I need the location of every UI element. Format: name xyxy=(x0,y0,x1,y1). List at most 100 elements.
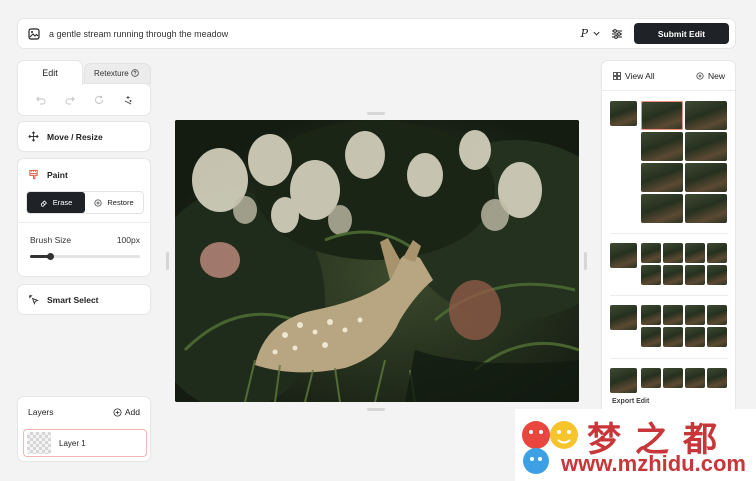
canvas-resize-handle-left[interactable] xyxy=(166,252,169,270)
move-resize-label: Move / Resize xyxy=(47,131,103,142)
tab-edit[interactable]: Edit xyxy=(17,60,83,85)
view-all-button[interactable]: View All xyxy=(613,71,655,81)
history-variation-thumbnail[interactable] xyxy=(641,327,661,347)
new-button[interactable]: New xyxy=(696,71,725,81)
image-icon xyxy=(28,27,40,40)
history-source-thumbnail[interactable] xyxy=(610,368,637,393)
history-variation-thumbnail[interactable] xyxy=(685,194,727,223)
history-variations-grid xyxy=(641,305,727,347)
brush-size-value: 100px xyxy=(116,235,140,245)
history-variation-thumbnail[interactable] xyxy=(641,243,661,263)
prompt-bar: a gentle stream running through the mead… xyxy=(17,18,736,49)
history-variation-thumbnail[interactable] xyxy=(685,132,727,161)
divider xyxy=(610,233,728,234)
history-variation-thumbnail[interactable] xyxy=(685,305,705,325)
export-edit-button[interactable]: Export Edit xyxy=(612,398,649,405)
tool-tabs: Edit Retexture xyxy=(17,60,151,85)
history-variation-thumbnail[interactable] xyxy=(641,194,683,223)
submit-edit-button[interactable]: Submit Edit xyxy=(634,23,729,44)
divider xyxy=(18,222,150,223)
watermark: 梦之都 www.mzhidu.com xyxy=(515,409,756,481)
new-label: New xyxy=(707,70,725,81)
history-variation-thumbnail[interactable] xyxy=(685,163,727,192)
watermark-url: www.mzhidu.com xyxy=(561,451,746,476)
canvas-resize-handle-bottom[interactable] xyxy=(367,408,385,411)
history-source-thumbnail[interactable] xyxy=(610,243,637,268)
history-variation-thumbnail[interactable] xyxy=(685,101,727,130)
paint-label: Paint xyxy=(47,169,68,180)
add-layer-button[interactable]: Add xyxy=(113,407,140,417)
history-variation-thumbnail[interactable] xyxy=(641,368,661,388)
layers-panel: Layers Add Layer 1 xyxy=(17,396,151,462)
history-variation-thumbnail[interactable] xyxy=(641,132,683,161)
paint-tool-panel: Paint Erase Restore Brush Size 100px xyxy=(17,158,151,277)
history-variation-thumbnail[interactable] xyxy=(641,163,683,192)
layers-title: Layers xyxy=(28,407,54,417)
help-icon xyxy=(130,69,139,77)
history-variation-thumbnail[interactable] xyxy=(663,243,683,263)
move-resize-tool[interactable]: Move / Resize xyxy=(17,121,151,152)
history-variation-thumbnail[interactable] xyxy=(641,101,683,130)
move-arrows-icon xyxy=(28,131,39,142)
history-variations-grid xyxy=(641,368,727,388)
erase-button[interactable]: Erase xyxy=(27,192,85,213)
chevron-down-icon[interactable] xyxy=(592,29,601,38)
restore-label: Restore xyxy=(107,198,134,207)
plus-circle-icon xyxy=(113,407,122,417)
history-variation-thumbnail[interactable] xyxy=(641,305,661,325)
magic-sparkle-icon[interactable] xyxy=(123,95,133,105)
history-variation-thumbnail[interactable] xyxy=(707,368,727,388)
erase-label: Erase xyxy=(52,198,73,207)
history-source-thumbnail[interactable] xyxy=(610,101,637,126)
layer-item[interactable]: Layer 1 xyxy=(23,429,147,457)
edit-tools-panel: Edit Retexture xyxy=(17,60,151,116)
restore-button[interactable]: Restore xyxy=(85,192,143,213)
history-variation-thumbnail[interactable] xyxy=(685,368,705,388)
tool-actions xyxy=(17,83,151,116)
history-panel: View All New Export Edit xyxy=(601,60,736,462)
brush-size-label: Brush Size xyxy=(30,235,72,245)
image-canvas[interactable] xyxy=(175,120,579,402)
smart-select-tool[interactable]: Smart Select xyxy=(17,284,151,315)
canvas-resize-handle-top[interactable] xyxy=(367,112,385,115)
history-variation-thumbnail[interactable] xyxy=(707,305,727,325)
divider xyxy=(610,295,728,296)
history-variation-thumbnail[interactable] xyxy=(707,327,727,347)
smart-select-label: Smart Select xyxy=(47,294,99,305)
history-variation-thumbnail[interactable] xyxy=(641,265,661,285)
deer-in-foliage-image xyxy=(175,120,579,402)
plus-circle-icon xyxy=(696,71,704,80)
erase-restore-toggle: Erase Restore xyxy=(26,191,144,214)
reset-icon[interactable] xyxy=(94,95,104,105)
grid-icon xyxy=(613,71,621,80)
history-variation-thumbnail[interactable] xyxy=(707,265,727,285)
history-variation-thumbnail[interactable] xyxy=(685,243,705,263)
view-all-label: View All xyxy=(625,70,655,81)
history-variation-thumbnail[interactable] xyxy=(685,265,705,285)
tab-retexture[interactable]: Retexture xyxy=(84,63,151,84)
prompt-input[interactable]: a gentle stream running through the mead… xyxy=(49,29,581,39)
redo-icon[interactable] xyxy=(65,95,75,105)
layer-thumbnail xyxy=(27,432,51,454)
settings-sliders-icon[interactable] xyxy=(611,28,623,40)
model-selector[interactable]: P xyxy=(581,27,588,40)
undo-icon[interactable] xyxy=(35,95,46,105)
canvas-resize-handle-right[interactable] xyxy=(584,252,587,270)
tab-retexture-label: Retexture xyxy=(94,69,129,78)
history-variation-thumbnail[interactable] xyxy=(663,305,683,325)
history-variation-thumbnail[interactable] xyxy=(707,243,727,263)
history-variations-grid xyxy=(641,101,727,223)
eraser-icon xyxy=(40,199,47,207)
brush-size-slider[interactable] xyxy=(30,252,140,260)
history-variation-thumbnail[interactable] xyxy=(663,368,683,388)
history-source-thumbnail[interactable] xyxy=(610,305,637,330)
brush-size-slider-handle[interactable] xyxy=(47,252,55,260)
restore-plus-icon xyxy=(94,198,102,207)
history-variation-thumbnail[interactable] xyxy=(663,327,683,347)
brush-size-row: Brush Size 100px xyxy=(30,235,140,245)
history-variation-thumbnail[interactable] xyxy=(663,265,683,285)
add-layer-label: Add xyxy=(124,407,140,417)
paint-header[interactable]: Paint xyxy=(18,159,150,190)
divider xyxy=(610,358,728,359)
history-variation-thumbnail[interactable] xyxy=(685,327,705,347)
